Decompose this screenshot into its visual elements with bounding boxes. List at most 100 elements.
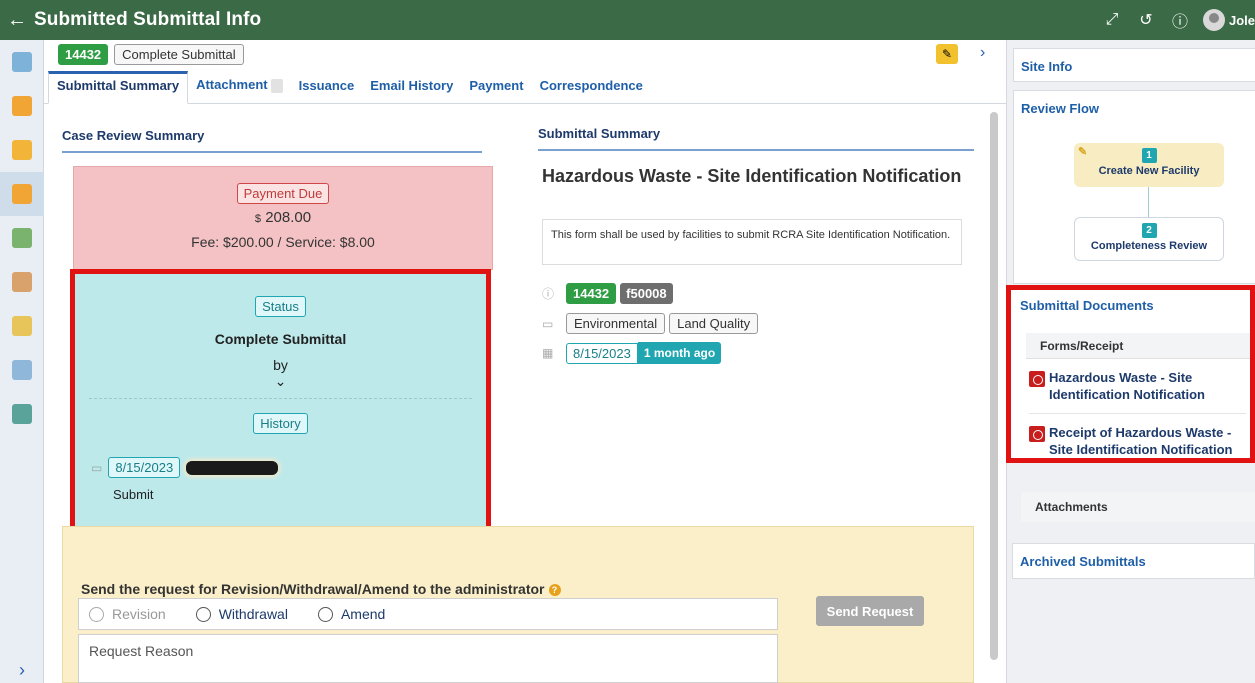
calendar-icon: ▦ (542, 346, 554, 360)
chevron-right-icon[interactable]: › (980, 44, 985, 62)
main-panel: 14432 Complete Submittal ✎ › Submittal S… (44, 40, 1006, 683)
meta-id-badge: 14432 (566, 283, 617, 304)
document-form-label: Hazardous Waste - Site Identification No… (1049, 370, 1205, 402)
payment-amount: $ 208.00 (74, 209, 492, 226)
document-link-receipt[interactable]: Receipt of Hazardous Waste - Site Identi… (1011, 414, 1250, 458)
chevron-down-icon[interactable]: ⌄ (75, 373, 486, 390)
user-avatar[interactable] (1202, 9, 1225, 31)
comment-icon: ▭ (91, 460, 103, 475)
pencil-icon: ✎ (1078, 146, 1088, 158)
tab-payment[interactable]: Payment (461, 78, 531, 103)
attachments-header[interactable]: Attachments (1021, 492, 1255, 522)
status-badge: Status (255, 296, 306, 317)
attachment-count-badge (270, 79, 283, 93)
site-info-card[interactable]: Site Info (1013, 48, 1255, 82)
folder-icon: ▭ (542, 316, 554, 331)
tab-correspondence[interactable]: Correspondence (532, 78, 651, 103)
submitted-ago-badge: 1 month ago (637, 342, 722, 364)
meta-code-badge: f50008 (620, 283, 673, 304)
flow-step-1[interactable]: ✎ 1 Create New Facility (1074, 143, 1224, 187)
submitted-date-badge: 8/15/2023 (566, 342, 638, 364)
user-name[interactable]: Jole (1229, 13, 1255, 28)
tab-attachment[interactable]: Attachment (188, 77, 291, 103)
flow-step-1-number: 1 (1141, 148, 1157, 163)
header-row: 14432 Complete Submittal (44, 40, 1006, 68)
history-entry: ▭ 8/15/2023 (91, 457, 279, 478)
send-request-button[interactable]: Send Request (816, 596, 924, 626)
review-flow-card: Review Flow ✎ 1 Create New Facility 2 Co… (1013, 90, 1255, 284)
drafts-icon (12, 140, 32, 160)
nav-search[interactable] (0, 348, 44, 392)
meta-category-row: ▭ Environmental Land Quality (542, 313, 759, 334)
withdrawal-label: Withdrawal (218, 606, 288, 622)
left-nav: › (0, 40, 44, 683)
redacted-user (186, 460, 279, 475)
form-description: This form shall be used by facilities to… (542, 219, 962, 265)
top-bar: ← Submitted Submittal Info ⤢ ↺ ⓘ Jole (0, 0, 1255, 40)
tab-issuance[interactable]: Issuance (291, 78, 363, 103)
currency-symbol: $ (254, 213, 262, 225)
flow-step-2-number: 2 (1141, 223, 1157, 238)
radio-circle-icon (89, 606, 104, 622)
search-icon (12, 360, 32, 380)
submittal-id-badge: 14432 (58, 43, 109, 65)
tab-email-history[interactable]: Email History (362, 78, 461, 103)
payment-due-badge: Payment Due (236, 183, 330, 204)
review-flow-heading: Review Flow (1021, 101, 1100, 116)
withdrawal-radio[interactable]: Withdrawal (195, 606, 288, 622)
nav-reports[interactable] (0, 216, 44, 260)
flow-connector (1148, 187, 1149, 217)
payment-due-panel: Payment Due $ 208.00 Fee: $200.00 / Serv… (73, 166, 493, 270)
document-link-form[interactable]: Hazardous Waste - Site Identification No… (1011, 359, 1250, 403)
submittal-status-badge: Complete Submittal (114, 43, 244, 65)
amend-label: Amend (340, 606, 386, 622)
tab-bar: Submittal Summary Attachment Issuance Em… (44, 68, 1006, 104)
nav-drafts[interactable] (0, 128, 44, 172)
nav-handshake[interactable] (0, 260, 44, 304)
top-bar-actions: ⤢ ↺ ⓘ Jole (1095, 0, 1255, 40)
history-action: Submit (113, 487, 154, 502)
submittal-documents-panel: Submittal Documents Forms/Receipt Hazard… (1006, 285, 1255, 463)
history-icon[interactable]: ↺ (1129, 10, 1163, 30)
nav-submittals[interactable] (0, 172, 44, 216)
document-receipt-label: Receipt of Hazardous Waste - Site Identi… (1049, 425, 1233, 457)
division-badge: Land Quality (669, 313, 759, 334)
nav-dashboard[interactable] (0, 40, 44, 84)
nav-facility[interactable] (0, 392, 44, 436)
submittals-icon (12, 184, 32, 204)
amend-radio[interactable]: Amend (317, 606, 386, 622)
fee-breakdown: Fee: $200.00 / Service: $8.00 (191, 234, 375, 250)
archived-submittals-card[interactable]: Archived Submittals (1012, 543, 1255, 579)
expand-nav-icon[interactable]: › (0, 660, 44, 681)
flow-step-2[interactable]: 2 Completeness Review (1074, 217, 1224, 261)
expand-arrows-icon[interactable]: ⤢ (1095, 11, 1129, 29)
case-review-heading: Case Review Summary (62, 128, 482, 153)
help-icon[interactable]: ⓘ (1163, 8, 1197, 32)
nav-documents[interactable] (0, 304, 44, 348)
edit-icon[interactable]: ✎ (936, 44, 958, 64)
meta-id-row: ⓘ 14432 f50008 (542, 283, 673, 304)
category-badge: Environmental (566, 313, 666, 334)
request-heading-text: Send the request for Revision/Withdrawal… (81, 581, 545, 597)
new-form-icon (12, 96, 32, 116)
flow-step-2-label: Completeness Review (1090, 240, 1208, 252)
revision-radio[interactable]: Revision (89, 606, 166, 622)
handshake-icon (12, 272, 32, 292)
help-icon[interactable]: ? (548, 584, 561, 597)
back-arrow-icon[interactable]: ← (0, 9, 34, 32)
form-title: Hazardous Waste - Site Identification No… (542, 166, 962, 186)
tab-submittal-summary[interactable]: Submittal Summary (48, 71, 189, 104)
status-panel: Status Complete Submittal by ⌄ History ▭… (70, 269, 491, 531)
facility-icon (12, 404, 32, 424)
pdf-icon (1029, 371, 1045, 387)
request-heading: Send the request for Revision/Withdrawal… (81, 581, 561, 597)
nav-new-form[interactable] (0, 84, 44, 128)
pdf-icon (1029, 426, 1045, 442)
request-reason-input[interactable]: Request Reason (78, 634, 778, 683)
vertical-scrollbar[interactable] (990, 112, 998, 660)
history-badge: History (253, 413, 308, 434)
documents-icon (12, 316, 32, 336)
submittal-summary-heading: Submittal Summary (538, 126, 974, 151)
forms-receipt-header: Forms/Receipt (1026, 333, 1250, 359)
dashboard-icon (12, 52, 32, 72)
